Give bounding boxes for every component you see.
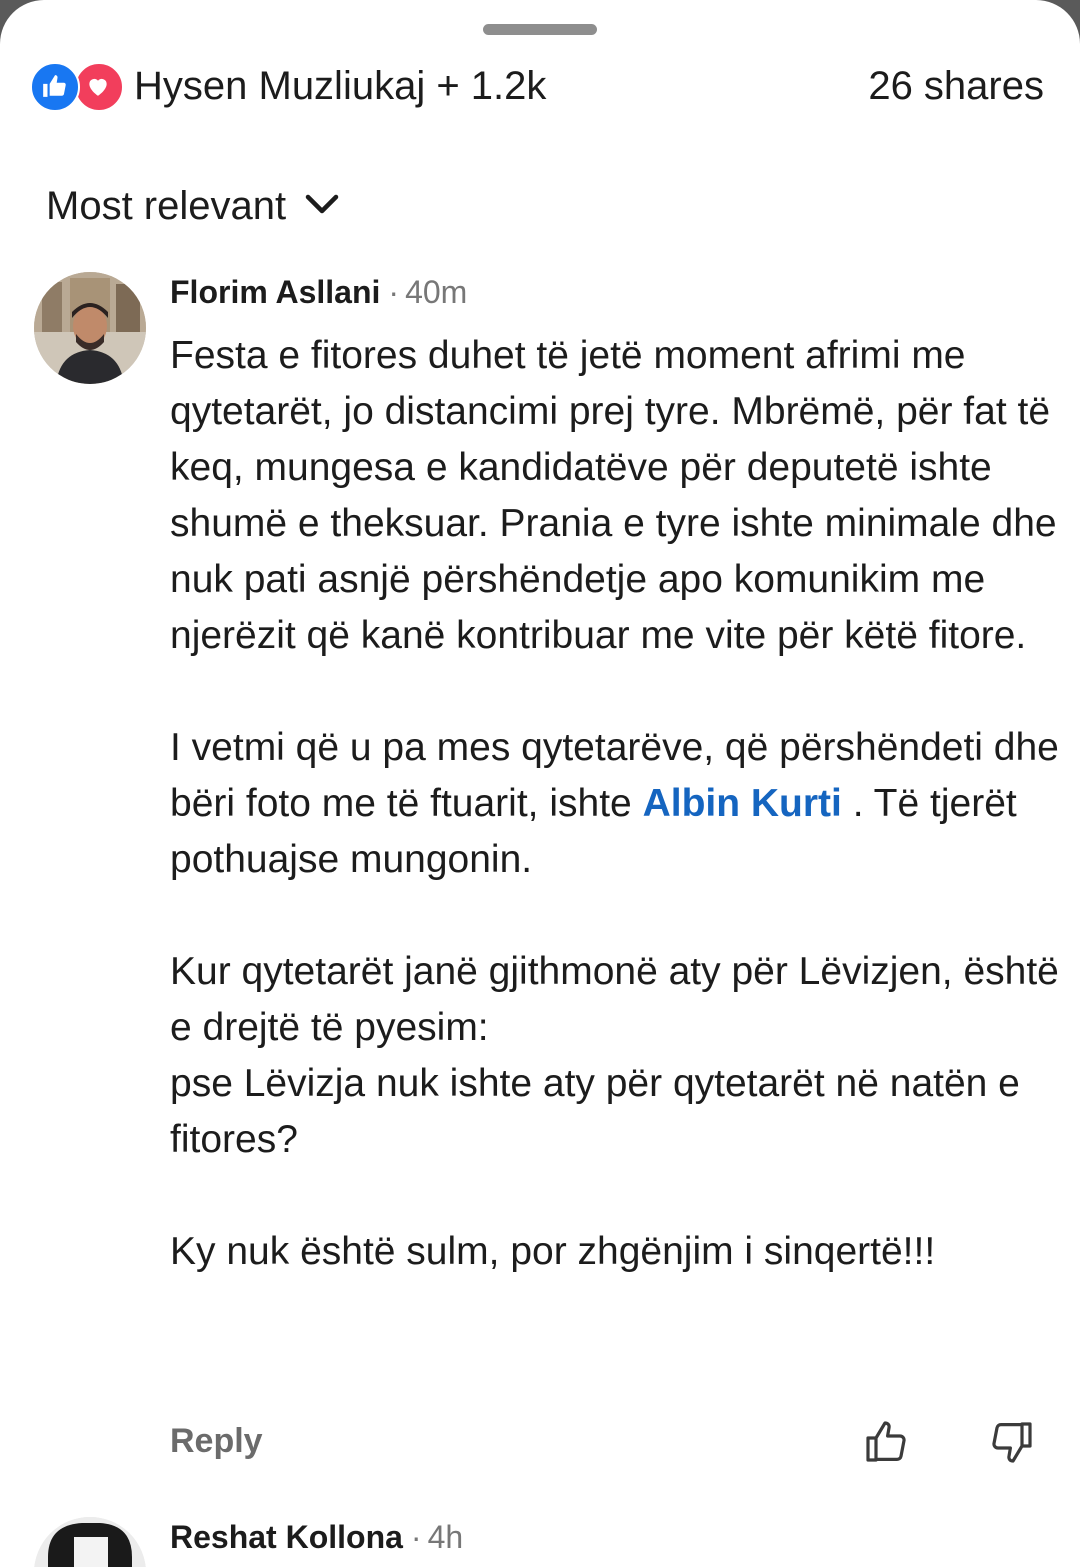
comment-time: 4h xyxy=(427,1519,464,1555)
like-icon xyxy=(30,62,80,112)
comment-paragraph: Kur qytetarët janë gjithmonë aty për Lëv… xyxy=(170,944,1060,1168)
love-icon xyxy=(74,62,124,112)
mention-link[interactable]: Albin Kurti xyxy=(643,782,842,825)
comments-sheet: Hysen Muzliukaj + 1.2k 26 shares Most re… xyxy=(0,0,1080,1567)
like-comment-button[interactable] xyxy=(862,1418,910,1466)
comment-author[interactable]: Reshat Kollona xyxy=(170,1519,403,1555)
avatar-photo xyxy=(34,1517,146,1567)
comment-paragraph: Festa e fitores duhet të jetë moment afr… xyxy=(170,334,1057,657)
comment-body: Festa e fitores duhet të jetë moment afr… xyxy=(170,328,1060,1280)
comment-header: Florim Asllani · 40m xyxy=(170,272,467,312)
separator-dot: · xyxy=(388,274,400,310)
sort-dropdown[interactable]: Most relevant xyxy=(46,180,340,232)
reaction-icons xyxy=(30,62,124,112)
reactors-summary[interactable]: Hysen Muzliukaj + 1.2k xyxy=(134,60,546,112)
avatar[interactable] xyxy=(34,272,146,384)
comment-text: pse Lëvizja nuk ishte aty për qytetarët … xyxy=(170,1062,1020,1161)
comment-author[interactable]: Florim Asllani xyxy=(170,274,380,310)
comment-paragraph: Ky nuk është sulm, por zhgënjim i sinqer… xyxy=(170,1230,936,1273)
comment-time: 40m xyxy=(405,274,468,310)
thumbs-down-icon xyxy=(992,1422,1032,1463)
shares-count[interactable]: 26 shares xyxy=(868,60,1044,112)
avatar-photo xyxy=(34,272,146,384)
comment-paragraph: I vetmi që u pa mes qytetarëve, që përsh… xyxy=(170,720,1060,888)
separator-dot: · xyxy=(410,1519,422,1555)
drag-handle[interactable] xyxy=(483,24,597,35)
avatar[interactable] xyxy=(34,1517,146,1567)
comment-header: Reshat Kollona · 4h xyxy=(170,1517,463,1557)
reply-button[interactable]: Reply xyxy=(170,1422,263,1461)
sort-label: Most relevant xyxy=(46,183,287,228)
chevron-down-icon xyxy=(304,192,340,221)
dislike-comment-button[interactable] xyxy=(988,1418,1036,1466)
thumbs-up-icon xyxy=(866,1421,906,1462)
comment-text: Kur qytetarët janë gjithmonë aty për Lëv… xyxy=(170,950,1059,1049)
reactions-bar[interactable]: Hysen Muzliukaj + 1.2k 26 shares xyxy=(30,58,1050,114)
